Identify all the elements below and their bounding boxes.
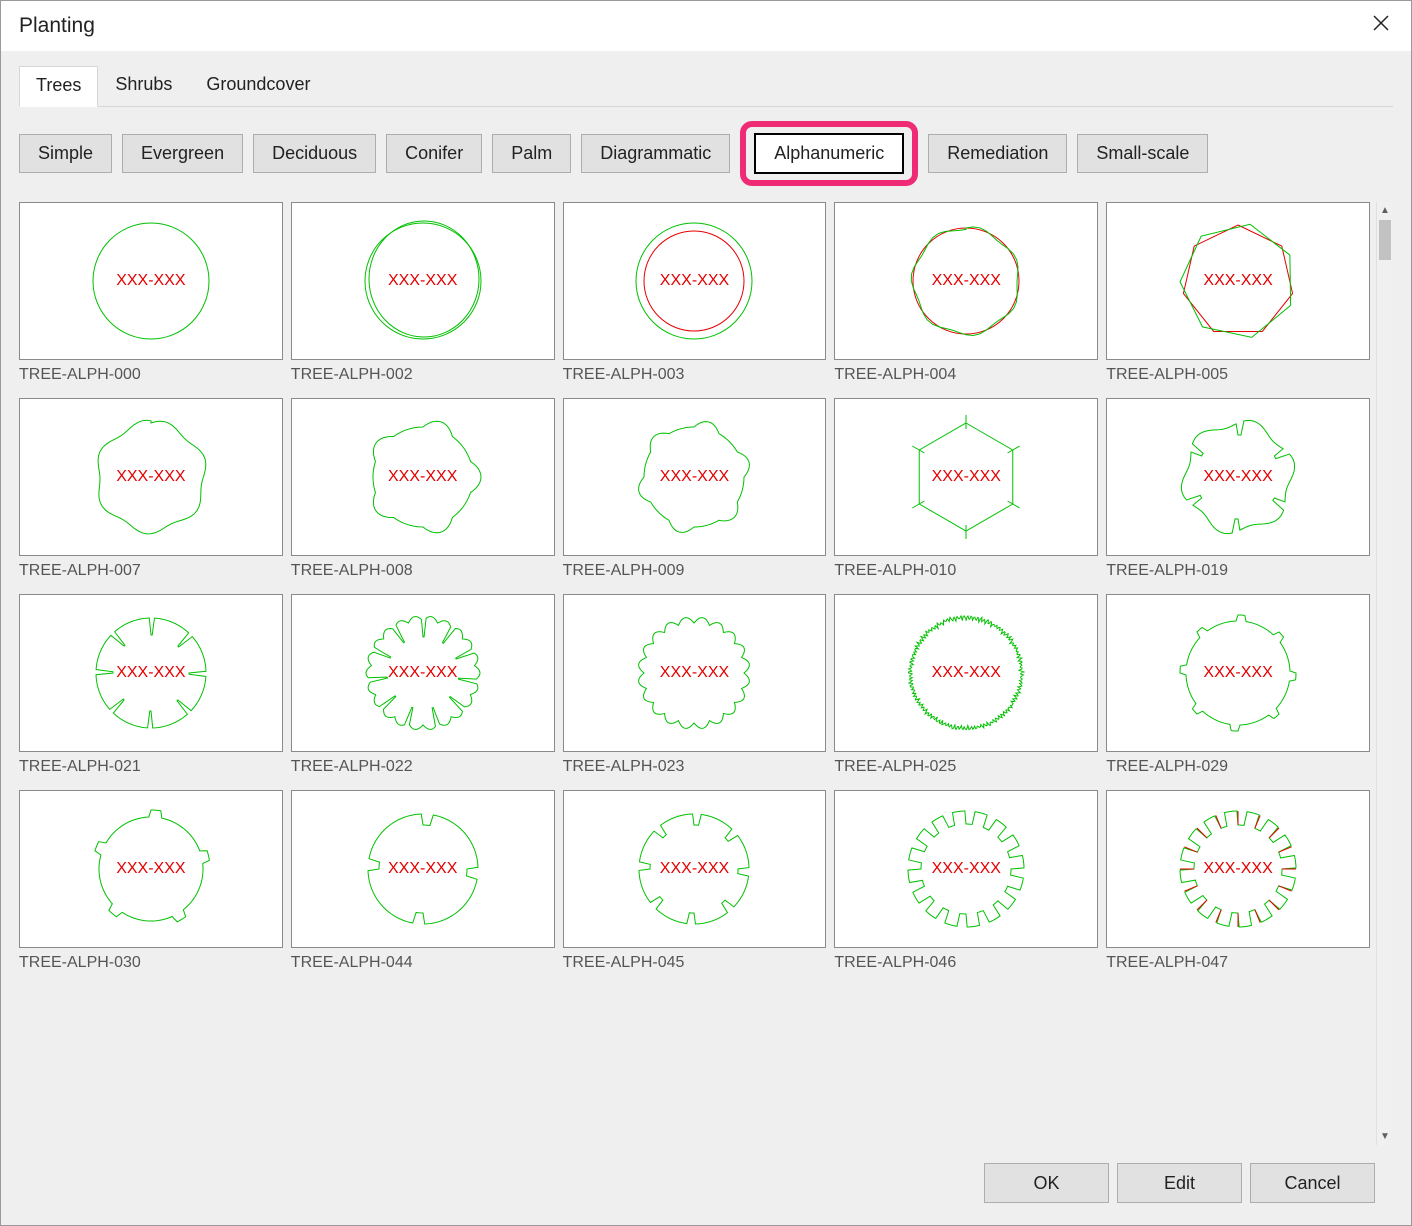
tile-tree-alph-019: XXX-XXXTREE-ALPH-019 (1106, 398, 1370, 580)
tile-label: TREE-ALPH-000 (19, 360, 283, 384)
dialog-footer: OK Edit Cancel (19, 1145, 1393, 1225)
category-diagrammatic[interactable]: Diagrammatic (581, 134, 730, 173)
primary-tabs: TreesShrubsGroundcover (19, 65, 1393, 107)
tile-tree-alph-022: XXX-XXXTREE-ALPH-022 (291, 594, 555, 776)
tile-label: TREE-ALPH-044 (291, 948, 555, 972)
tile-tree-alph-047: XXX-XXXTREE-ALPH-047 (1106, 790, 1370, 972)
category-simple[interactable]: Simple (19, 134, 112, 173)
tile-tree-alph-000: XXX-XXXTREE-ALPH-000 (19, 202, 283, 384)
tile-tree-alph-030: XXX-XXXTREE-ALPH-030 (19, 790, 283, 972)
tile-tree-alph-046: XXX-XXXTREE-ALPH-046 (834, 790, 1098, 972)
tile-thumb[interactable]: XXX-XXX (19, 594, 283, 752)
tile-label: TREE-ALPH-030 (19, 948, 283, 972)
tile-label: TREE-ALPH-019 (1106, 556, 1370, 580)
tile-label: TREE-ALPH-004 (834, 360, 1098, 384)
tile-tree-alph-007: XXX-XXXTREE-ALPH-007 (19, 398, 283, 580)
tile-thumb[interactable]: XXX-XXX (834, 594, 1098, 752)
tile-tree-alph-005: XXX-XXXTREE-ALPH-005 (1106, 202, 1370, 384)
tile-label: TREE-ALPH-022 (291, 752, 555, 776)
tile-thumb[interactable]: XXX-XXX (563, 202, 827, 360)
tile-thumb[interactable]: XXX-XXX (291, 202, 555, 360)
tile-label: TREE-ALPH-047 (1106, 948, 1370, 972)
tile-label: TREE-ALPH-046 (834, 948, 1098, 972)
scroll-down-arrow-icon[interactable]: ▼ (1377, 1128, 1393, 1145)
tile-tree-alph-025: XXX-XXXTREE-ALPH-025 (834, 594, 1098, 776)
tile-label: TREE-ALPH-003 (563, 360, 827, 384)
tile-grid: XXX-XXXTREE-ALPH-000XXX-XXXTREE-ALPH-002… (19, 202, 1376, 1145)
tile-label: TREE-ALPH-010 (834, 556, 1098, 580)
tile-label: TREE-ALPH-023 (563, 752, 827, 776)
tile-tree-alph-045: XXX-XXXTREE-ALPH-045 (563, 790, 827, 972)
scrollbar[interactable]: ▲ ▼ (1376, 202, 1393, 1145)
tile-tree-alph-002: XXX-XXXTREE-ALPH-002 (291, 202, 555, 384)
highlight-ring: Alphanumeric (740, 121, 918, 186)
tile-thumb[interactable]: XXX-XXX (834, 398, 1098, 556)
tile-thumb[interactable]: XXX-XXX (1106, 202, 1370, 360)
close-button[interactable] (1361, 6, 1401, 46)
category-palm[interactable]: Palm (492, 134, 571, 173)
tile-label: TREE-ALPH-002 (291, 360, 555, 384)
tile-thumb[interactable]: XXX-XXX (291, 398, 555, 556)
cancel-button[interactable]: Cancel (1250, 1163, 1375, 1203)
tile-thumb[interactable]: XXX-XXX (19, 398, 283, 556)
tile-tree-alph-009: XXX-XXXTREE-ALPH-009 (563, 398, 827, 580)
tab-trees[interactable]: Trees (19, 66, 98, 107)
tile-label: TREE-ALPH-009 (563, 556, 827, 580)
tile-tree-alph-021: XXX-XXXTREE-ALPH-021 (19, 594, 283, 776)
planting-dialog: Planting TreesShrubsGroundcover Simple Ev… (0, 0, 1412, 1226)
tile-thumb[interactable]: XXX-XXX (563, 790, 827, 948)
tile-tree-alph-003: XXX-XXXTREE-ALPH-003 (563, 202, 827, 384)
tile-tree-alph-008: XXX-XXXTREE-ALPH-008 (291, 398, 555, 580)
tile-label: TREE-ALPH-007 (19, 556, 283, 580)
category-remediation[interactable]: Remediation (928, 134, 1067, 173)
category-evergreen[interactable]: Evergreen (122, 134, 243, 173)
tile-tree-alph-010: XXX-XXXTREE-ALPH-010 (834, 398, 1098, 580)
titlebar: Planting (1, 1, 1411, 51)
tile-thumb[interactable]: XXX-XXX (19, 790, 283, 948)
tile-label: TREE-ALPH-005 (1106, 360, 1370, 384)
scroll-up-arrow-icon[interactable]: ▲ (1377, 202, 1393, 219)
tile-thumb[interactable]: XXX-XXX (563, 594, 827, 752)
tile-tree-alph-023: XXX-XXXTREE-ALPH-023 (563, 594, 827, 776)
tile-label: TREE-ALPH-021 (19, 752, 283, 776)
tile-label: TREE-ALPH-025 (834, 752, 1098, 776)
tile-tree-alph-029: XXX-XXXTREE-ALPH-029 (1106, 594, 1370, 776)
category-small-scale[interactable]: Small-scale (1077, 134, 1208, 173)
ok-button[interactable]: OK (984, 1163, 1109, 1203)
close-icon (1372, 14, 1390, 38)
category-conifer[interactable]: Conifer (386, 134, 482, 173)
edit-button[interactable]: Edit (1117, 1163, 1242, 1203)
tile-thumb[interactable]: XXX-XXX (1106, 398, 1370, 556)
dialog-body: TreesShrubsGroundcover Simple Evergreen De… (1, 51, 1411, 1225)
tab-shrubs[interactable]: Shrubs (98, 65, 189, 106)
grid-area: XXX-XXXTREE-ALPH-000XXX-XXXTREE-ALPH-002… (19, 202, 1393, 1145)
tile-thumb[interactable]: XXX-XXX (563, 398, 827, 556)
tile-thumb[interactable]: XXX-XXX (291, 594, 555, 752)
tile-thumb[interactable]: XXX-XXX (1106, 594, 1370, 752)
tile-thumb[interactable]: XXX-XXX (19, 202, 283, 360)
category-alphanumeric[interactable]: Alphanumeric (754, 133, 904, 174)
tile-thumb[interactable]: XXX-XXX (291, 790, 555, 948)
tab-groundcover[interactable]: Groundcover (189, 65, 327, 106)
tile-thumb[interactable]: XXX-XXX (834, 202, 1098, 360)
tile-label: TREE-ALPH-029 (1106, 752, 1370, 776)
tile-thumb[interactable]: XXX-XXX (834, 790, 1098, 948)
tile-label: TREE-ALPH-008 (291, 556, 555, 580)
window-title: Planting (19, 14, 95, 38)
tile-thumb[interactable]: XXX-XXX (1106, 790, 1370, 948)
category-deciduous[interactable]: Deciduous (253, 134, 376, 173)
scroll-thumb[interactable] (1379, 220, 1391, 260)
tile-tree-alph-004: XXX-XXXTREE-ALPH-004 (834, 202, 1098, 384)
category-tabs: Simple Evergreen Deciduous Conifer Palm Diagr… (19, 121, 1393, 186)
tile-tree-alph-044: XXX-XXXTREE-ALPH-044 (291, 790, 555, 972)
tile-label: TREE-ALPH-045 (563, 948, 827, 972)
